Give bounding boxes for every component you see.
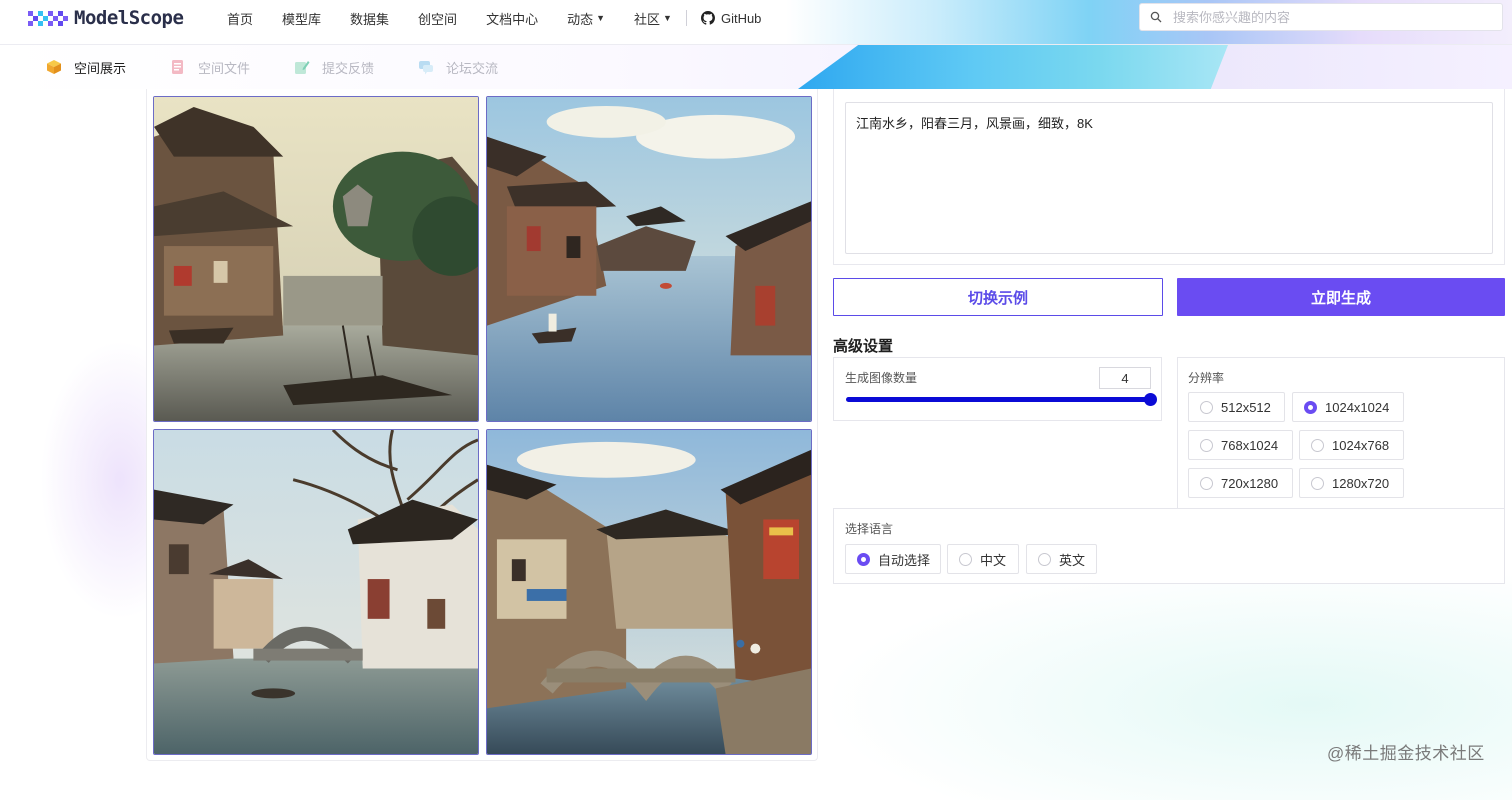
radio-label: 自动选择 (878, 552, 931, 568)
generated-image-3[interactable] (153, 429, 479, 755)
tab-label: 空间文件 (198, 60, 251, 76)
nav-item-docs[interactable]: 文档中心 (486, 9, 538, 28)
radio-resolution-512x512[interactable]: 512x512 (1188, 392, 1285, 422)
tab-label: 提交反馈 (322, 60, 375, 76)
brand-logo[interactable]: ModelScope (28, 6, 184, 30)
nav-item-datasets[interactable]: 数据集 (350, 9, 389, 28)
radio-label: 英文 (1059, 552, 1086, 568)
chat-icon (419, 61, 434, 75)
tab-label: 论坛交流 (446, 60, 499, 76)
top-header: ModelScope 首页 模型库 数据集 创空间 文档中心 动态 ▼ 社区 ▼ G… (0, 0, 1512, 45)
nav-item-models[interactable]: 模型库 (282, 9, 321, 28)
nav-item-label: 创空间 (418, 11, 458, 27)
banner-decoration (798, 45, 1228, 89)
prompt-card: 江南水乡，阳春三月，风景画，细致，8K (833, 89, 1505, 265)
background-decoration (820, 560, 1512, 800)
generated-image-1[interactable] (153, 96, 479, 422)
file-icon (172, 60, 184, 74)
search-icon (1150, 11, 1162, 23)
generated-image-2[interactable] (486, 96, 812, 422)
watermark-text: @稀土掘金技术社区 (1327, 744, 1485, 763)
resolution-card: 分辨率 512x512 1024x1024 768x1024 1024x768 … (1177, 357, 1505, 508)
watertown-painting-2 (487, 97, 811, 421)
radio-button (1311, 438, 1324, 452)
radio-language-auto[interactable]: 自动选择 (845, 544, 941, 574)
brand-name: ModelScope (74, 7, 184, 29)
radio-resolution-1024x1024[interactable]: 1024x1024 (1292, 392, 1404, 422)
radio-button (1038, 552, 1051, 566)
radio-button (1200, 476, 1213, 490)
watertown-painting-3 (154, 430, 478, 754)
nav-item-label: 模型库 (282, 11, 322, 27)
radio-language-chinese[interactable]: 中文 (947, 544, 1019, 574)
prompt-textarea[interactable]: 江南水乡，阳春三月，风景画，细致，8K (845, 102, 1493, 254)
watertown-painting-1 (154, 97, 478, 421)
image-count-input[interactable] (1099, 367, 1151, 389)
nav-item-label: 动态 (567, 11, 594, 27)
nav-item-label: 文档中心 (486, 11, 539, 27)
radio-label: 1024x768 (1332, 437, 1390, 453)
slider-thumb[interactable] (1144, 393, 1157, 406)
radio-button (1200, 400, 1213, 414)
radio-resolution-1280x720[interactable]: 1280x720 (1299, 468, 1404, 498)
tab-forum[interactable]: 论坛交流 (418, 58, 498, 77)
caret-down-icon: ▼ (663, 13, 672, 23)
nav-item-label: 数据集 (350, 11, 390, 27)
radio-resolution-720x1280[interactable]: 720x1280 (1188, 468, 1293, 498)
radio-button (857, 552, 870, 566)
caret-down-icon: ▼ (596, 13, 606, 23)
nav-item-label: 社区 (634, 11, 661, 27)
radio-language-english[interactable]: 英文 (1026, 544, 1097, 574)
radio-button (1304, 400, 1317, 414)
switch-example-button[interactable]: 切换示例 (833, 278, 1163, 316)
image-count-card: 生成图像数量 (833, 357, 1162, 421)
nav-divider (685, 10, 687, 26)
radio-resolution-1024x768[interactable]: 1024x768 (1299, 430, 1404, 460)
radio-button (1200, 438, 1213, 452)
nav-item-news[interactable]: 动态 ▼ (567, 9, 605, 28)
nav-item-label: 首页 (227, 11, 254, 27)
nav-item-home[interactable]: 首页 (227, 9, 253, 28)
radio-label: 512x512 (1221, 399, 1271, 415)
generated-image-4[interactable] (486, 429, 812, 755)
modelscope-logo-icon (28, 11, 68, 26)
github-label: GitHub (720, 10, 762, 26)
generated-image-gallery (146, 89, 818, 761)
nav-item-github[interactable]: GitHub (700, 10, 762, 26)
language-card: 选择语言 自动选择 中文 英文 (833, 508, 1505, 584)
radio-button (1311, 476, 1324, 490)
radio-label: 1280x720 (1332, 475, 1390, 491)
tab-label: 空间展示 (74, 60, 127, 76)
radio-label: 768x1024 (1221, 437, 1279, 453)
image-count-label: 生成图像数量 (845, 371, 918, 385)
language-label: 选择语言 (845, 522, 894, 536)
radio-label: 1024x1024 (1325, 399, 1390, 415)
nav-item-studios[interactable]: 创空间 (418, 9, 457, 28)
search-input[interactable] (1171, 8, 1485, 26)
generate-button[interactable]: 立即生成 (1177, 278, 1505, 316)
resolution-label: 分辨率 (1188, 371, 1225, 385)
tab-space-files[interactable]: 空间文件 (170, 58, 250, 77)
watertown-painting-4 (487, 430, 811, 754)
edit-icon (295, 61, 310, 74)
box-icon (47, 60, 61, 74)
search-box[interactable] (1139, 3, 1503, 31)
tab-submit-feedback[interactable]: 提交反馈 (294, 58, 374, 77)
radio-label: 中文 (980, 552, 1007, 568)
banner-decoration (1210, 45, 1512, 89)
main-nav: 首页 模型库 数据集 创空间 文档中心 动态 ▼ 社区 ▼ GitHub (227, 0, 790, 36)
radio-resolution-768x1024[interactable]: 768x1024 (1188, 430, 1293, 460)
nav-item-community[interactable]: 社区 ▼ (634, 9, 672, 28)
image-count-slider[interactable] (846, 397, 1150, 402)
tab-space-showcase[interactable]: 空间展示 (46, 58, 126, 77)
advanced-settings-title: 高级设置 (833, 338, 894, 355)
studio-tabs: 空间展示 空间文件 提交反馈 论坛交流 (46, 45, 542, 89)
radio-label: 720x1280 (1221, 475, 1279, 491)
radio-button (959, 552, 972, 566)
github-icon (700, 11, 715, 25)
